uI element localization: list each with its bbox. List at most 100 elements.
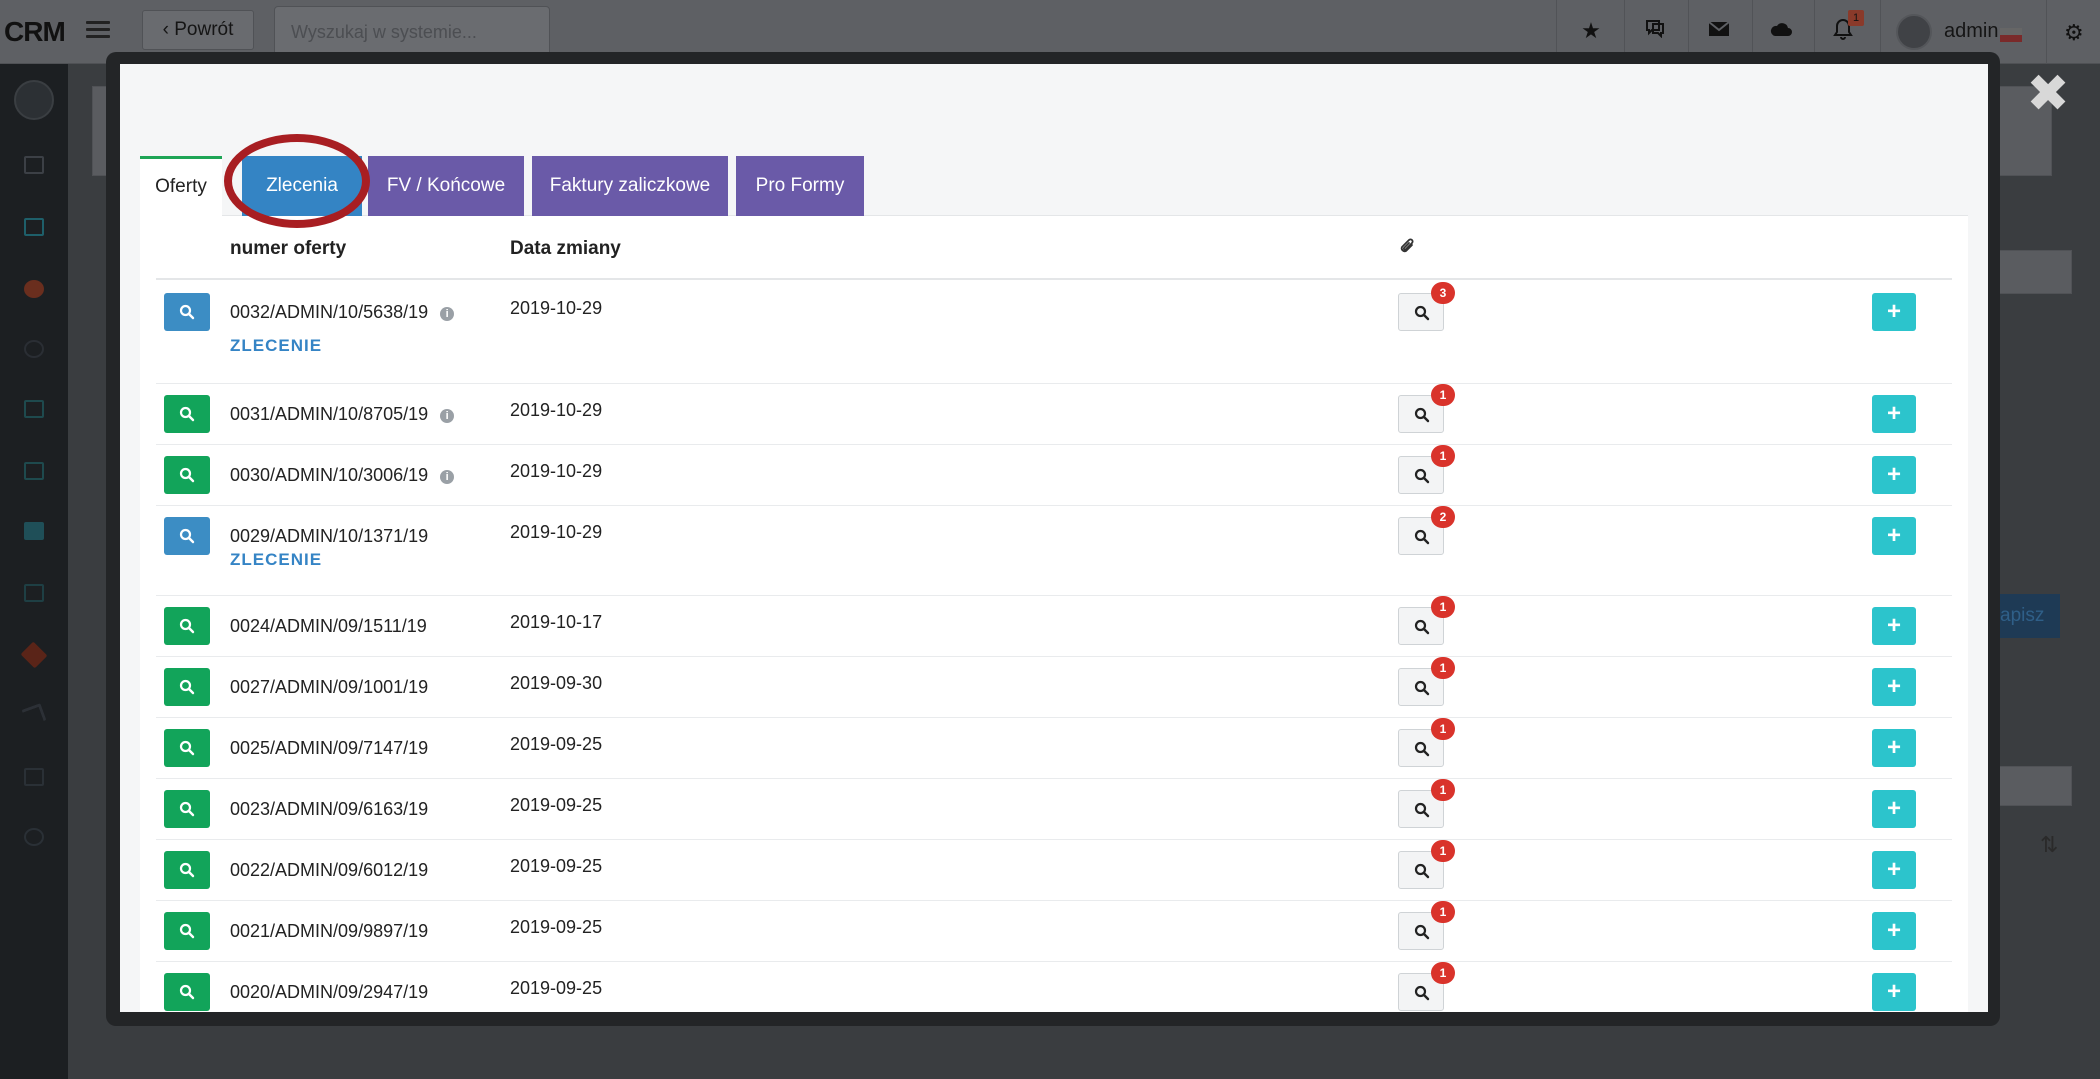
app-brand: CRM xyxy=(4,16,66,47)
attachments-button[interactable]: 1 xyxy=(1398,384,1455,433)
change-date: 2019-10-29 xyxy=(510,461,603,481)
add-button[interactable]: + xyxy=(1872,790,1916,828)
preview-button[interactable] xyxy=(164,395,210,433)
search-icon xyxy=(179,740,195,756)
cloud-icon[interactable] xyxy=(1768,18,1794,44)
attachments-button[interactable]: 1 xyxy=(1398,596,1455,645)
search-icon xyxy=(179,467,195,483)
language-flag-icon[interactable] xyxy=(2000,28,2022,42)
preview-button[interactable] xyxy=(164,517,210,555)
change-date: 2019-09-25 xyxy=(510,734,603,754)
menu-toggle-icon[interactable] xyxy=(86,18,110,42)
close-modal-icon[interactable]: ✖ xyxy=(2026,68,2070,120)
attachments-button[interactable]: 1 xyxy=(1398,779,1455,828)
attachment-count-badge: 1 xyxy=(1431,901,1455,923)
add-button[interactable]: + xyxy=(1872,517,1916,555)
send-icon[interactable] xyxy=(21,703,47,727)
tasks-icon[interactable] xyxy=(24,218,44,236)
offer-number-text: 0027/ADMIN/09/1001/19 xyxy=(230,677,429,697)
search-icon xyxy=(1414,619,1430,635)
table-row: 0031/ADMIN/10/8705/19 i 2019-10-29 1 + xyxy=(156,384,1952,445)
add-button[interactable]: + xyxy=(1872,293,1916,331)
table-row: 0027/ADMIN/09/1001/19 2019-09-30 1 + xyxy=(156,657,1952,718)
offer-number-text: 0032/ADMIN/10/5638/19 xyxy=(230,302,429,322)
attachments-button[interactable]: 2 xyxy=(1398,506,1455,555)
info-icon[interactable]: i xyxy=(440,470,455,484)
add-button[interactable]: + xyxy=(1872,668,1916,706)
tag-icon[interactable] xyxy=(20,641,48,669)
pdf-icon[interactable] xyxy=(24,462,44,480)
preview-button[interactable] xyxy=(164,790,210,828)
preview-button[interactable] xyxy=(164,729,210,767)
preview-button[interactable] xyxy=(164,456,210,494)
search-icon xyxy=(179,528,195,544)
preview-button[interactable] xyxy=(164,293,210,331)
global-search-input[interactable]: Wyszukaj w systemie... xyxy=(274,6,550,58)
user-avatar[interactable] xyxy=(1896,14,1932,50)
table-row: 0022/ADMIN/09/6012/19 2019-09-25 1 + xyxy=(156,840,1952,901)
attachments-button[interactable]: 1 xyxy=(1398,718,1455,767)
add-button[interactable]: + xyxy=(1872,912,1916,950)
change-date: 2019-10-29 xyxy=(510,400,603,420)
envelope-icon[interactable] xyxy=(1706,18,1732,44)
users-icon[interactable] xyxy=(24,522,44,540)
chat-icon[interactable] xyxy=(1642,18,1668,44)
tab-fv-koncowe[interactable]: FV / Końcowe xyxy=(368,156,524,216)
paperclip-icon xyxy=(1398,236,1416,262)
info-icon[interactable]: i xyxy=(440,409,455,423)
column-header-number[interactable]: numer oferty xyxy=(230,238,346,260)
user-name[interactable]: admin xyxy=(1944,20,1998,43)
add-button[interactable]: + xyxy=(1872,607,1916,645)
preview-button[interactable] xyxy=(164,668,210,706)
attachment-count-badge: 1 xyxy=(1431,840,1455,862)
sidebar-avatar[interactable] xyxy=(14,80,54,120)
at-sign-icon[interactable] xyxy=(24,828,44,846)
contacts-icon[interactable] xyxy=(24,280,44,298)
table-row: 0024/ADMIN/09/1511/19 2019-10-17 1 + xyxy=(156,596,1952,657)
tab-faktury-zaliczkowe[interactable]: Faktury zaliczkowe xyxy=(532,156,728,216)
order-status-label: ZLECENIE xyxy=(230,336,323,355)
add-button[interactable]: + xyxy=(1872,973,1916,1011)
attachment-count-badge: 1 xyxy=(1431,657,1455,679)
calendar-icon[interactable] xyxy=(24,156,44,174)
info-icon[interactable]: i xyxy=(440,307,455,321)
table-row: 0030/ADMIN/10/3006/19 i 2019-10-29 1 + xyxy=(156,445,1952,506)
tab-pro-formy[interactable]: Pro Formy xyxy=(736,156,864,216)
back-button-label: Powrót xyxy=(174,19,234,40)
search-icon xyxy=(1414,863,1430,879)
offer-number-text: 0023/ADMIN/09/6163/19 xyxy=(230,799,429,819)
star-icon[interactable]: ★ xyxy=(1578,18,1604,44)
attachment-count-badge: 1 xyxy=(1431,779,1455,801)
preview-button[interactable] xyxy=(164,851,210,889)
attachments-button[interactable]: 3 xyxy=(1398,282,1455,331)
refresh-icon[interactable] xyxy=(24,340,44,358)
attachments-button[interactable]: 1 xyxy=(1398,962,1455,1011)
offer-number-text: 0021/ADMIN/09/9897/19 xyxy=(230,921,429,941)
change-date: 2019-10-17 xyxy=(510,612,603,632)
table-row: 0029/ADMIN/10/1371/19 ZLECENIE 2019-10-29 2… xyxy=(156,506,1952,596)
attachments-button[interactable]: 1 xyxy=(1398,901,1455,950)
preview-button[interactable] xyxy=(164,973,210,1011)
note-icon[interactable] xyxy=(24,768,44,786)
document-icon[interactable] xyxy=(24,400,44,418)
attachments-button[interactable]: 1 xyxy=(1398,840,1455,889)
settings-cogs-icon[interactable]: ⚙ xyxy=(2064,20,2084,46)
document-tabs: Oferty Zlecenia FV / Końcowe Faktury zal… xyxy=(140,156,1968,216)
add-button[interactable]: + xyxy=(1872,456,1916,494)
preview-button[interactable] xyxy=(164,912,210,950)
search-icon xyxy=(179,304,195,320)
search-icon xyxy=(1414,529,1430,545)
attachments-button[interactable]: 1 xyxy=(1398,445,1455,494)
add-button[interactable]: + xyxy=(1872,851,1916,889)
add-button[interactable]: + xyxy=(1872,395,1916,433)
preview-button[interactable] xyxy=(164,607,210,645)
attachments-button[interactable]: 1 xyxy=(1398,657,1455,706)
attachment-count-badge: 3 xyxy=(1431,282,1455,304)
tab-oferty[interactable]: Oferty xyxy=(140,156,222,216)
copy-icon[interactable] xyxy=(24,584,44,602)
add-button[interactable]: + xyxy=(1872,729,1916,767)
column-header-date[interactable]: Data zmiany xyxy=(510,238,621,260)
search-icon xyxy=(1414,741,1430,757)
search-icon xyxy=(1414,468,1430,484)
back-button[interactable]: ‹ Powrót xyxy=(142,10,254,50)
